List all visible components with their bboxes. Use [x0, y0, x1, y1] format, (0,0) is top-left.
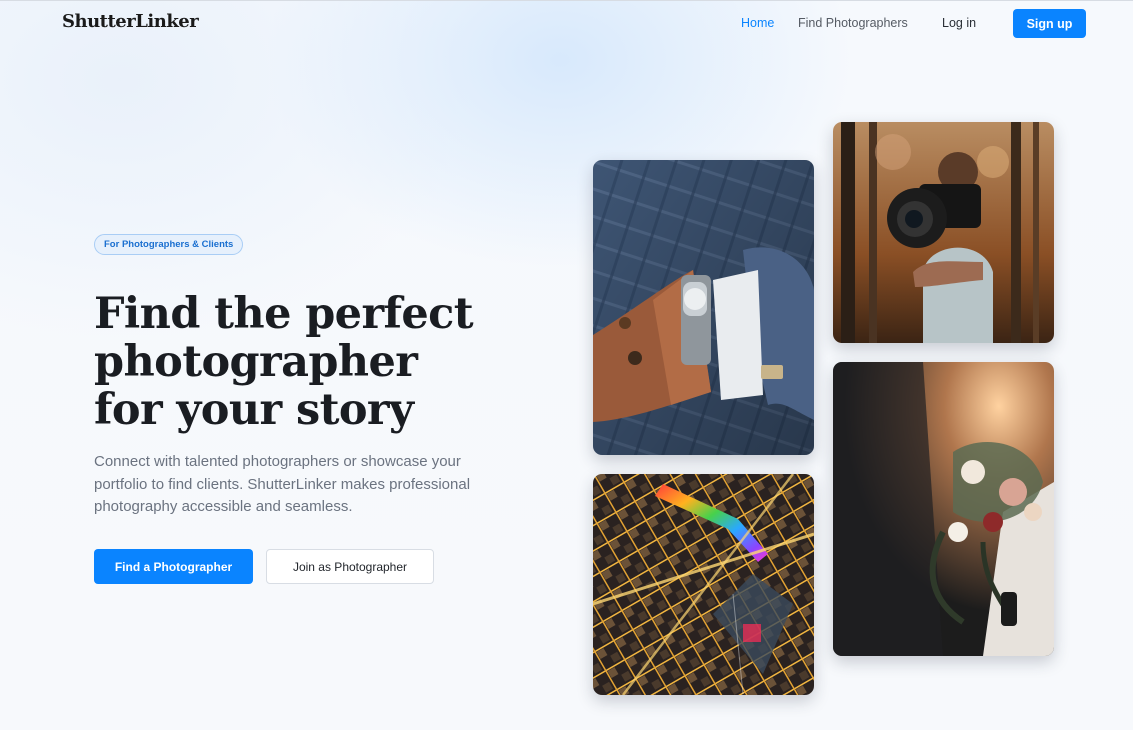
signup-button[interactable]: Sign up	[1013, 9, 1086, 38]
hero-title-line: Find the perfect	[94, 289, 474, 339]
nav-login-link[interactable]: Log in	[942, 16, 976, 30]
hero-title-line: for your story	[94, 385, 414, 435]
site-header: ShutterLinker Home Find Photographers Lo…	[0, 0, 1133, 46]
hero-description: Connect with talented photographers or s…	[94, 453, 471, 515]
join-as-photographer-button[interactable]: Join as Photographer	[266, 549, 434, 584]
nav-find-photographers-link[interactable]: Find Photographers	[798, 16, 908, 30]
photo-camera-toss	[833, 122, 1054, 343]
hero-title-line: photographer	[94, 337, 418, 387]
nav-home-link[interactable]: Home	[741, 16, 774, 30]
photo-city-night	[593, 474, 814, 695]
photo-wedding-bouquet	[833, 362, 1054, 656]
audience-badge: For Photographers & Clients	[94, 234, 244, 255]
logo[interactable]: ShutterLinker	[62, 11, 199, 32]
photo-watch	[593, 160, 814, 455]
find-photographer-button[interactable]: Find a Photographer	[94, 549, 253, 584]
hero-title: Find the perfect photographer for your s…	[94, 290, 514, 434]
